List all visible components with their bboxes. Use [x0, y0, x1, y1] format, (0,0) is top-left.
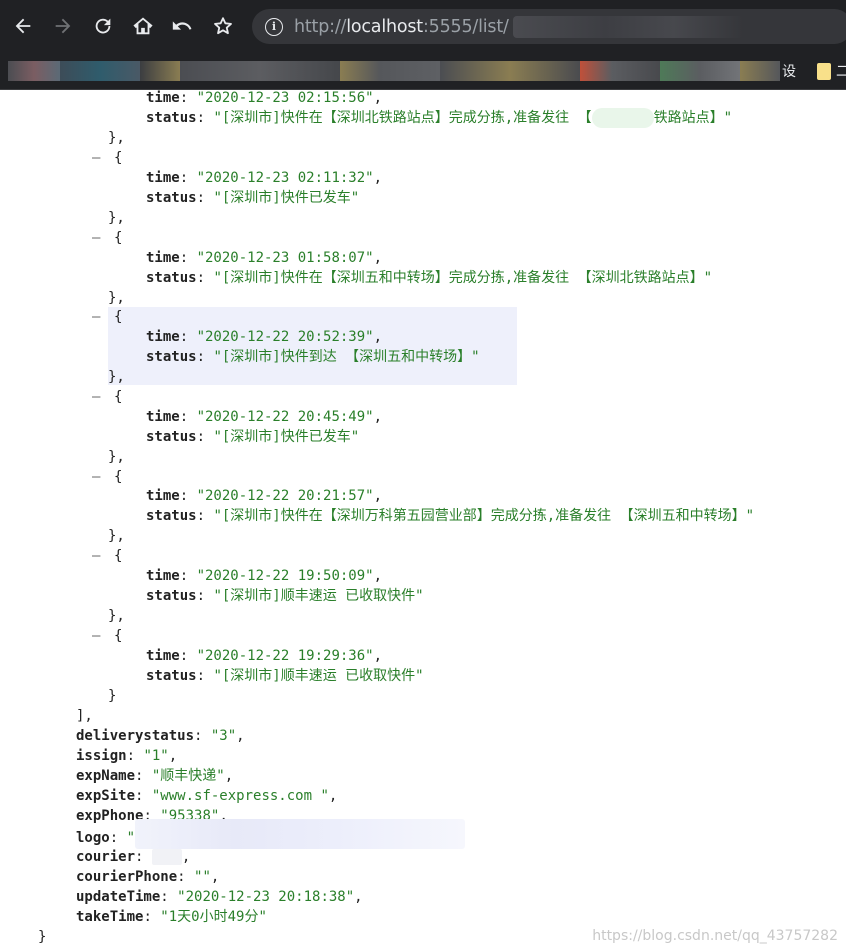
json-line: status: "[深圳市]快件到达 【深圳五和中转场】"	[146, 349, 480, 365]
reload-button[interactable]	[87, 8, 119, 44]
json-line: time: "2020-12-22 19:50:09",	[146, 568, 383, 584]
bookmark-item[interactable]	[140, 61, 180, 81]
collapse-toggle[interactable]: –	[92, 387, 100, 407]
close-brace: }	[38, 929, 47, 945]
json-field-updatetime: updateTime: "2020-12-23 20:18:38",	[76, 889, 363, 905]
undo-button[interactable]	[166, 8, 198, 44]
back-button[interactable]	[7, 8, 39, 44]
watermark: https://blog.csdn.net/qq_43757282	[592, 928, 838, 944]
json-line: time: "2020-12-22 19:29:36",	[146, 648, 383, 664]
json-line: status: "[深圳市]快件在【深圳北铁路站点】完成分拣,准备发往 【铁路站…	[146, 108, 733, 128]
forward-button[interactable]	[47, 8, 79, 44]
close-brace: },	[108, 210, 125, 226]
url-redacted	[512, 15, 743, 38]
open-brace: {	[114, 469, 123, 485]
home-icon	[133, 17, 153, 35]
url-text: http://localhost:5555/list/	[294, 15, 743, 38]
json-viewer: time: "2020-12-23 02:15:56", status: "[深…	[0, 90, 846, 952]
open-brace: {	[114, 309, 123, 325]
bookmark-item[interactable]	[660, 61, 740, 81]
json-line: time: "2020-12-23 01:58:07",	[146, 250, 383, 266]
bookmark-item[interactable]	[440, 61, 580, 81]
json-line: time: "2020-12-22 20:21:57",	[146, 488, 383, 504]
open-brace: {	[114, 548, 123, 564]
folder-icon[interactable]	[817, 63, 831, 80]
close-brace: },	[108, 369, 125, 385]
star-icon	[214, 17, 232, 35]
redacted-courier	[151, 849, 182, 865]
json-line: time: "2020-12-22 20:45:49",	[146, 409, 383, 425]
bookmark-item[interactable]	[340, 61, 440, 81]
redacted-logo-url	[135, 819, 466, 849]
json-line: status: "[深圳市]顺丰速运 已收取快件"	[146, 588, 424, 604]
close-brace: },	[108, 608, 125, 624]
reload-icon	[95, 18, 111, 34]
browser-toolbar: i http://localhost:5555/list/	[0, 0, 846, 54]
bookmark-item[interactable]	[580, 61, 660, 81]
close-brace: },	[108, 528, 125, 544]
bookmark-item[interactable]	[740, 61, 780, 81]
json-field-logo: logo: "	[76, 819, 466, 849]
collapse-toggle[interactable]: –	[92, 626, 100, 646]
collapse-toggle[interactable]: –	[92, 546, 100, 566]
bookmark-star-button[interactable]	[207, 8, 239, 44]
bookmark-more[interactable]: 二	[836, 61, 846, 81]
collapse-toggle[interactable]: –	[92, 307, 100, 327]
open-brace: {	[114, 389, 123, 405]
back-arrow-icon	[15, 18, 31, 34]
json-field-taketime: takeTime: "1天0小时49分"	[76, 909, 267, 925]
json-line: status: "[深圳市]快件已发车"	[146, 429, 360, 445]
json-line: status: "[深圳市]顺丰速运 已收取快件"	[146, 668, 424, 684]
json-line: time: "2020-12-22 20:52:39",	[146, 329, 383, 345]
open-brace: {	[114, 150, 123, 166]
bookmarks-bar: 设 二	[0, 54, 846, 90]
collapse-toggle[interactable]: –	[92, 148, 100, 168]
bookmark-label[interactable]: 设	[782, 61, 796, 81]
address-bar[interactable]: i http://localhost:5555/list/	[252, 9, 846, 44]
forward-arrow-icon	[55, 18, 71, 34]
json-field-expname: expName: "顺丰快递",	[76, 768, 234, 784]
json-line: time: "2020-12-23 02:11:32",	[146, 170, 383, 186]
open-brace: {	[114, 230, 123, 246]
close-brace: },	[108, 290, 125, 306]
collapse-toggle[interactable]: –	[92, 467, 100, 487]
close-brace: },	[108, 449, 125, 465]
close-bracket: ],	[76, 708, 93, 724]
info-icon[interactable]: i	[265, 17, 283, 36]
json-field-courierphone: courierPhone: "",	[76, 869, 220, 885]
open-brace: {	[114, 628, 123, 644]
json-line: status: "[深圳市]快件在【深圳五和中转场】完成分拣,准备发往 【深圳北…	[146, 270, 713, 286]
json-field-deliverystatus: deliverystatus: "3",	[76, 728, 245, 744]
json-field-issign: issign: "1",	[76, 748, 178, 764]
bookmark-item[interactable]	[60, 61, 140, 81]
json-field-expsite: expSite: "www.sf-express.com ",	[76, 788, 338, 804]
undo-icon	[172, 21, 192, 30]
bookmark-item[interactable]	[180, 61, 340, 81]
collapse-toggle[interactable]: –	[92, 228, 100, 248]
home-button[interactable]	[127, 8, 159, 44]
redacted-station	[591, 108, 654, 128]
json-line: status: "[深圳市]快件在【深圳万科第五园营业部】完成分拣,准备发往 【…	[146, 508, 755, 524]
close-brace: }	[108, 688, 117, 704]
bookmark-item[interactable]	[8, 61, 60, 81]
json-line: status: "[深圳市]快件已发车"	[146, 190, 360, 206]
json-line: time: "2020-12-23 02:15:56",	[146, 90, 383, 106]
close-brace: },	[108, 130, 125, 146]
json-field-courier: courier: ,	[76, 849, 191, 865]
